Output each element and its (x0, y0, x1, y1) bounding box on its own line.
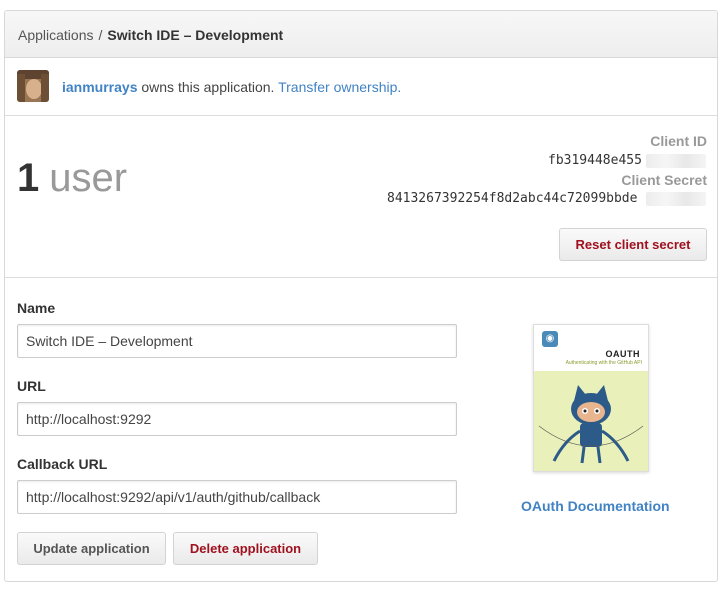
url-input[interactable] (17, 402, 457, 436)
url-label: URL (17, 378, 46, 394)
application-panel: Applications / Switch IDE – Development ia… (4, 10, 718, 582)
client-id-value: fb319448e455 (548, 153, 642, 168)
name-input[interactable] (17, 324, 457, 358)
owner-statement: ianmurrays owns this application. Transf… (62, 79, 401, 95)
transfer-ownership-link[interactable]: Transfer ownership. (278, 79, 401, 95)
breadcrumb: Applications / Switch IDE – Development (5, 11, 717, 58)
github-logo-icon: ◉ (542, 331, 558, 347)
name-label: Name (17, 300, 56, 316)
owner-row: ianmurrays owns this application. Transf… (5, 58, 717, 116)
oauth-book-cover[interactable]: ◉ OAUTH Authenticating with the GitHub A… (533, 324, 649, 472)
user-count: 1 user (17, 156, 127, 201)
octocat-illustration (534, 371, 648, 471)
client-secret-value: 8413267392254f8d2abc44c72099bbde (387, 191, 638, 206)
owner-username-link[interactable]: ianmurrays (62, 79, 137, 95)
stats-section: 1 user Client ID fb319448e455 Client Secr… (5, 116, 717, 278)
update-application-button[interactable]: Update application (17, 532, 166, 565)
breadcrumb-separator: / (98, 27, 103, 43)
reset-client-secret-button[interactable]: Reset client secret (559, 228, 707, 261)
breadcrumb-parent-link[interactable]: Applications (18, 27, 94, 43)
delete-application-button[interactable]: Delete application (173, 532, 318, 565)
callback-url-input[interactable] (17, 480, 457, 514)
callback-url-label: Callback URL (17, 456, 108, 472)
oauth-documentation-link[interactable]: OAuth Documentation (521, 498, 670, 514)
book-title: OAUTH (605, 349, 640, 359)
client-secret-label: Client Secret (621, 172, 707, 188)
owner-text: owns this application. (141, 79, 275, 95)
client-id-redaction (646, 154, 706, 168)
user-count-label: user (49, 156, 128, 200)
book-subtitle: Authenticating with the GitHub API (565, 360, 642, 366)
client-secret-redaction (646, 192, 706, 206)
avatar[interactable] (17, 70, 49, 102)
breadcrumb-current: Switch IDE – Development (107, 27, 284, 43)
user-count-number: 1 (17, 156, 40, 200)
client-id-label: Client ID (650, 133, 707, 149)
